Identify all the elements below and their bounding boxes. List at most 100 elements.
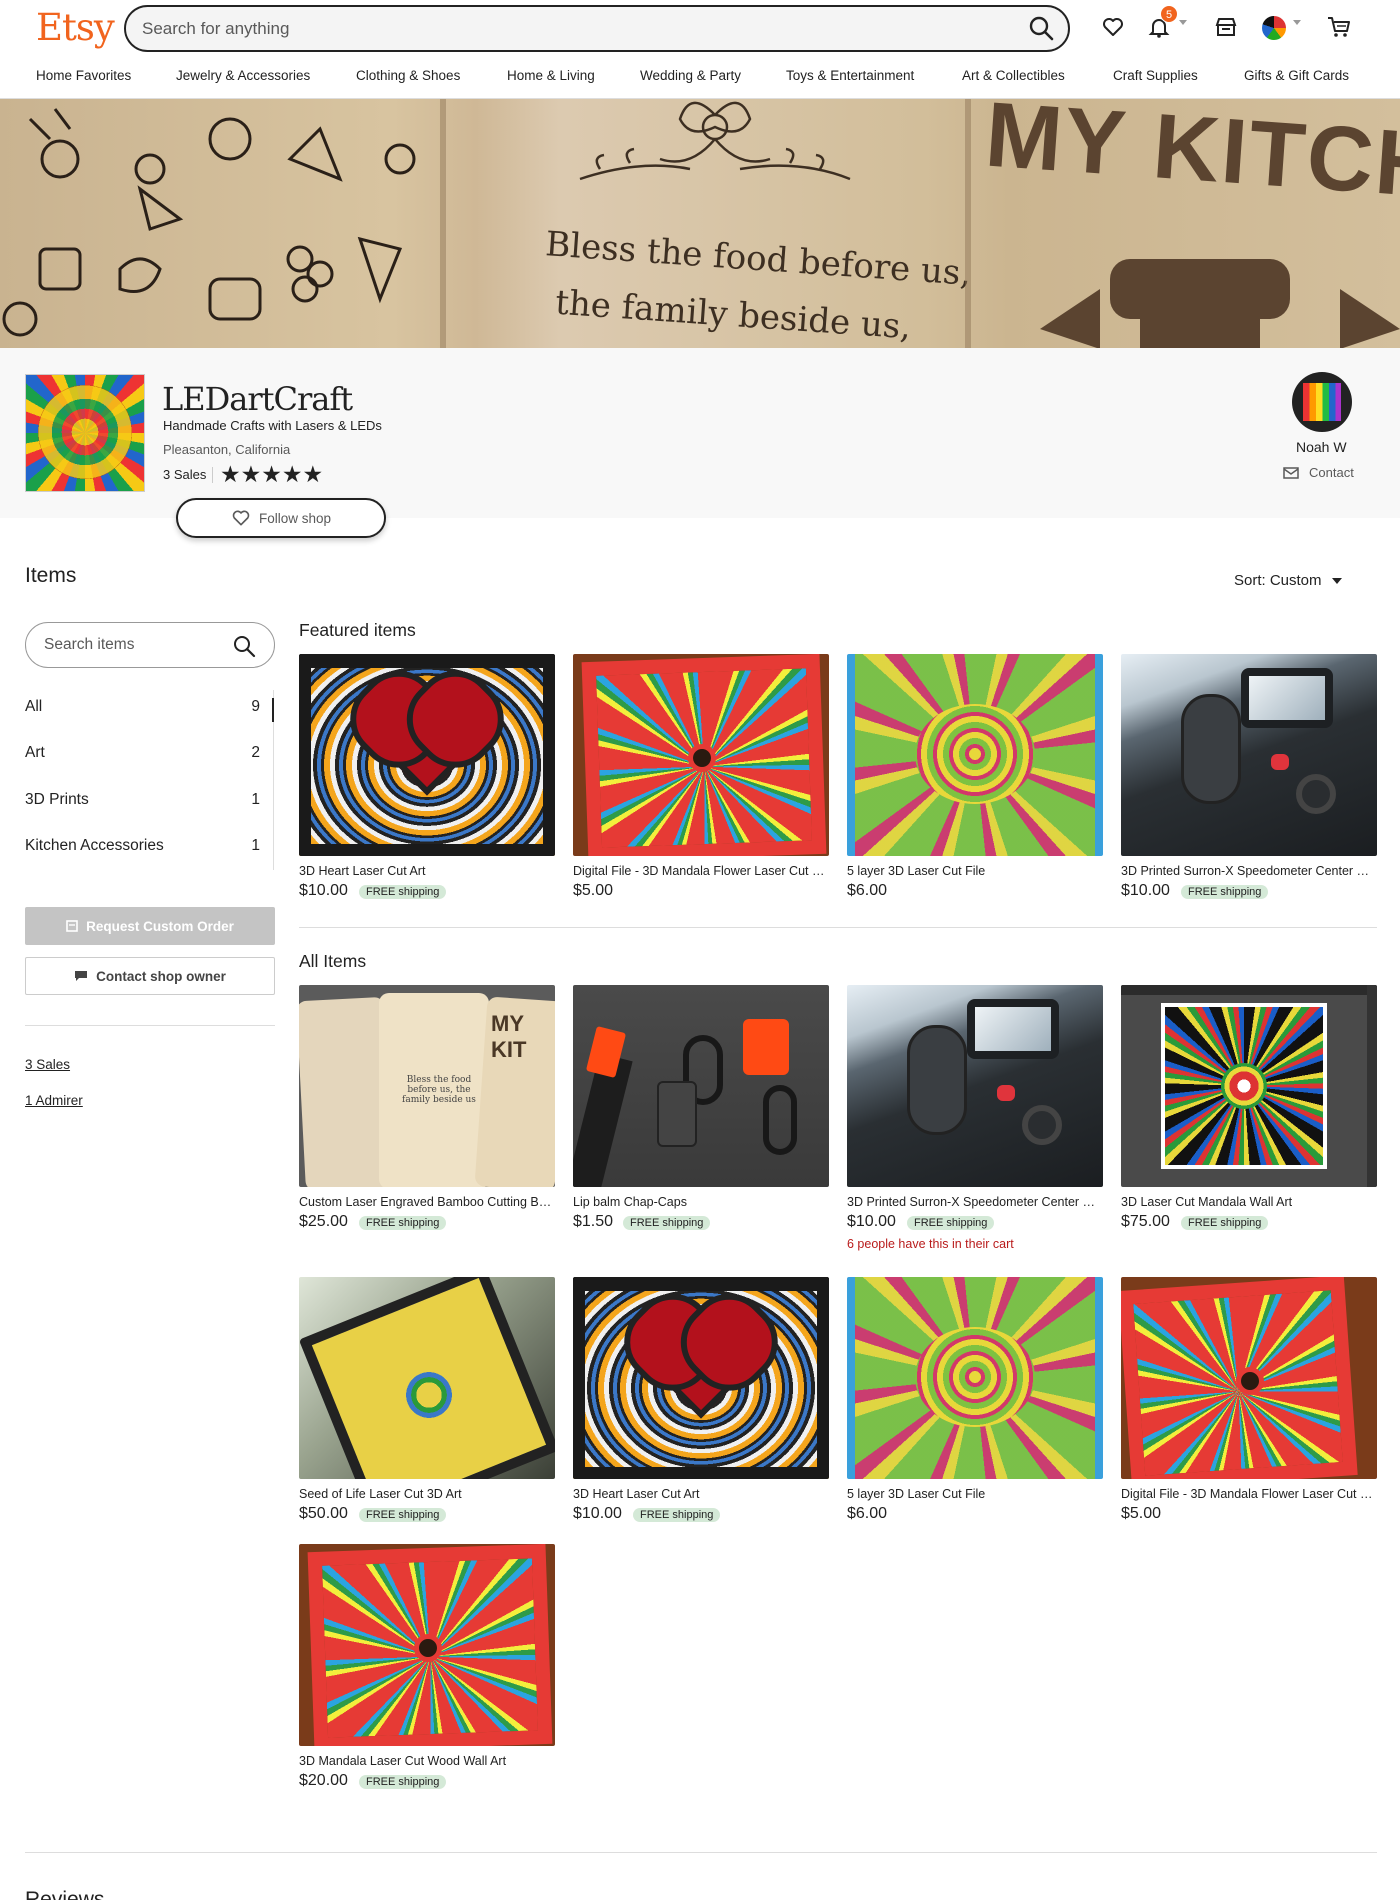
contact-shop-owner-button[interactable]: Contact shop owner bbox=[25, 957, 275, 995]
led-panel-image bbox=[1303, 383, 1341, 421]
section-count: 9 bbox=[251, 698, 260, 715]
doodle-pattern bbox=[2, 108, 416, 337]
chef-hat-engraving bbox=[1040, 259, 1400, 348]
sort-dropdown[interactable]: Sort: Custom bbox=[1234, 572, 1342, 589]
section-item-art[interactable]: Art 2 bbox=[25, 744, 265, 774]
kitchen-engraving: MY KIT bbox=[491, 1011, 527, 1062]
listing-title[interactable]: 5 layer 3D Laser Cut File bbox=[847, 1487, 1103, 1501]
cart-demand-message: 6 people have this in their cart bbox=[847, 1237, 1014, 1251]
category-art-collectibles[interactable]: Art & Collectibles bbox=[962, 68, 1065, 83]
listing-title[interactable]: Custom Laser Engraved Bamboo Cutting Boa… bbox=[299, 1195, 555, 1209]
search-bar[interactable] bbox=[124, 5, 1070, 52]
category-wedding-party[interactable]: Wedding & Party bbox=[640, 68, 741, 83]
listing-image[interactable]: MY KIT Bless the food before us, the fami… bbox=[299, 985, 555, 1187]
owner-name[interactable]: Noah W bbox=[1296, 439, 1347, 455]
listing-title[interactable]: Seed of Life Laser Cut 3D Art bbox=[299, 1487, 555, 1501]
category-toys-entertainment[interactable]: Toys & Entertainment bbox=[786, 68, 914, 83]
item-search-bar[interactable] bbox=[25, 622, 275, 668]
seed-of-life-art bbox=[299, 1277, 555, 1479]
listing-image[interactable] bbox=[1121, 654, 1377, 856]
category-jewelry-accessories[interactable]: Jewelry & Accessories bbox=[176, 68, 310, 83]
listing-image[interactable] bbox=[573, 1277, 829, 1479]
divider bbox=[25, 1025, 275, 1026]
admirers-link[interactable]: 1 Admirer bbox=[25, 1093, 83, 1108]
listing-image[interactable] bbox=[299, 1544, 555, 1746]
listing-image[interactable] bbox=[573, 985, 829, 1187]
listing-image[interactable] bbox=[299, 654, 555, 856]
listing-image[interactable] bbox=[1121, 1277, 1377, 1479]
owner-avatar[interactable] bbox=[1292, 372, 1352, 432]
free-shipping-badge: FREE shipping bbox=[359, 885, 447, 899]
category-home-living[interactable]: Home & Living bbox=[507, 68, 595, 83]
sales-link[interactable]: 3 Sales bbox=[25, 1057, 70, 1072]
item-search-input[interactable] bbox=[44, 623, 224, 667]
category-clothing-shoes[interactable]: Clothing & Shoes bbox=[356, 68, 460, 83]
listing-title[interactable]: 3D Mandala Laser Cut Wood Wall Art bbox=[299, 1754, 555, 1768]
section-list-scrollbar[interactable] bbox=[272, 698, 274, 722]
listing-image[interactable] bbox=[847, 654, 1103, 856]
divider bbox=[299, 927, 1377, 928]
listing-image[interactable] bbox=[573, 654, 829, 856]
contact-shop-owner-label: Contact shop owner bbox=[96, 968, 226, 984]
items-heading: Items bbox=[25, 564, 77, 587]
mandala-center bbox=[688, 744, 716, 772]
search-input[interactable] bbox=[142, 7, 1002, 50]
star-rating[interactable]: ★★★★★ bbox=[220, 461, 323, 488]
shop-manager-button[interactable] bbox=[1209, 10, 1243, 44]
shop-sales-count[interactable]: 3 Sales bbox=[163, 467, 206, 482]
request-custom-order-button[interactable]: Request Custom Order bbox=[25, 907, 275, 945]
handlebar bbox=[907, 1025, 967, 1135]
listing-image[interactable] bbox=[1121, 985, 1377, 1187]
category-home-favorites[interactable]: Home Favorites bbox=[36, 68, 131, 83]
category-craft-supplies[interactable]: Craft Supplies bbox=[1113, 68, 1198, 83]
contact-label: Contact bbox=[1309, 465, 1354, 480]
chevron-down-icon bbox=[1293, 20, 1301, 25]
listing-title[interactable]: 3D Heart Laser Cut Art bbox=[299, 864, 555, 878]
section-item-all[interactable]: All 9 bbox=[25, 698, 265, 728]
free-shipping-badge: FREE shipping bbox=[1181, 885, 1269, 899]
listing-title[interactable]: 3D Laser Cut Mandala Wall Art bbox=[1121, 1195, 1377, 1209]
free-shipping-badge: FREE shipping bbox=[633, 1508, 721, 1522]
listing-title[interactable]: 3D Heart Laser Cut Art bbox=[573, 1487, 829, 1501]
divider bbox=[25, 1852, 1377, 1853]
listing-image[interactable] bbox=[299, 1277, 555, 1479]
control-button bbox=[1022, 1105, 1062, 1145]
listing-title[interactable]: 5 layer 3D Laser Cut File bbox=[847, 864, 1103, 878]
mandala-center bbox=[414, 1634, 442, 1662]
section-label: Kitchen Accessories bbox=[25, 837, 164, 854]
section-count: 1 bbox=[251, 791, 260, 808]
listing-title[interactable]: Lip balm Chap-Caps bbox=[573, 1195, 829, 1209]
listing-price: $10.00 bbox=[847, 1213, 896, 1230]
section-item-3d-prints[interactable]: 3D Prints 1 bbox=[25, 791, 265, 821]
reviews-heading: Reviews bbox=[25, 1888, 105, 1900]
toolbar bbox=[1121, 985, 1377, 995]
request-custom-order-label: Request Custom Order bbox=[86, 918, 234, 934]
section-item-kitchen-accessories[interactable]: Kitchen Accessories 1 bbox=[25, 837, 265, 867]
caret-down-icon bbox=[1331, 577, 1342, 584]
follow-shop-button[interactable]: Follow shop bbox=[176, 498, 386, 538]
flower-engraving bbox=[579, 101, 851, 181]
featured-items-heading: Featured items bbox=[299, 620, 416, 640]
item-search-button[interactable] bbox=[232, 634, 256, 663]
listing-title[interactable]: 3D Printed Surron-X Speedometer Center M… bbox=[1121, 864, 1377, 878]
listing-image[interactable] bbox=[847, 1277, 1103, 1479]
listing-title[interactable]: Digital File - 3D Mandala Flower Laser C… bbox=[1121, 1487, 1377, 1501]
search-icon bbox=[1029, 16, 1054, 41]
section-label: 3D Prints bbox=[25, 791, 89, 808]
free-shipping-badge: FREE shipping bbox=[907, 1216, 995, 1230]
search-button[interactable] bbox=[1026, 13, 1058, 45]
cart-button[interactable] bbox=[1322, 10, 1356, 44]
listing-title[interactable]: Digital File - 3D Mandala Flower Laser C… bbox=[573, 864, 829, 878]
favorites-button[interactable] bbox=[1096, 10, 1130, 44]
etsy-logo[interactable]: Etsy bbox=[36, 6, 115, 49]
grey-cap bbox=[657, 1081, 697, 1147]
pattern-center bbox=[915, 704, 1035, 804]
keyring-clip bbox=[763, 1085, 797, 1155]
section-count: 2 bbox=[251, 744, 260, 761]
category-gifts-gift-cards[interactable]: Gifts & Gift Cards bbox=[1244, 68, 1349, 83]
listing-title[interactable]: 3D Printed Surron-X Speedometer Center M… bbox=[847, 1195, 1103, 1209]
contact-owner-link[interactable]: Contact bbox=[1283, 465, 1354, 480]
listing-price: $75.00 bbox=[1121, 1213, 1170, 1230]
account-avatar[interactable] bbox=[1262, 16, 1286, 40]
listing-image[interactable] bbox=[847, 985, 1103, 1187]
